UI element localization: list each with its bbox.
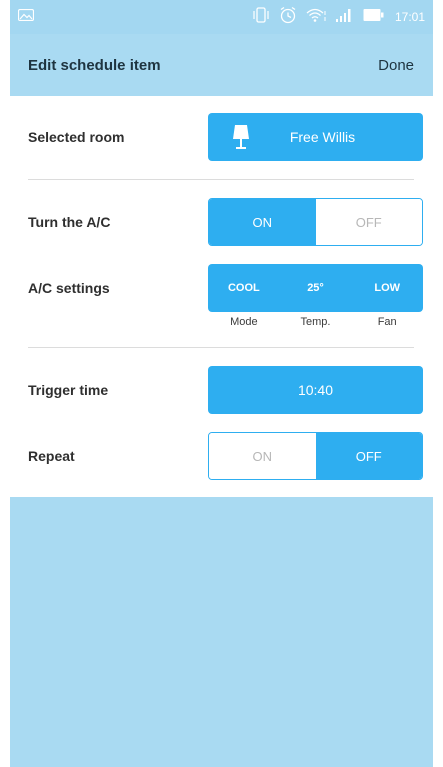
image-icon	[17, 8, 35, 26]
trigger-time-button[interactable]: 10:40	[208, 366, 423, 414]
done-button[interactable]: Done	[378, 57, 414, 74]
ac-off-option[interactable]: OFF	[315, 199, 422, 245]
fan-caption: Fan	[377, 316, 397, 328]
frame-left-edge	[0, 0, 10, 767]
room-select-button[interactable]: Free Willis	[208, 113, 423, 161]
ac-on-option[interactable]: ON	[209, 199, 316, 245]
repeat-off-option[interactable]: OFF	[315, 433, 422, 479]
status-time: 17:01	[394, 10, 425, 24]
ac-settings-label: A/C settings	[28, 280, 110, 296]
frame-right-edge	[433, 0, 443, 767]
selected-room-label: Selected room	[28, 129, 125, 145]
repeat-on-option[interactable]: ON	[209, 433, 316, 479]
selected-room-value: Free Willis	[289, 129, 356, 145]
repeat-label: Repeat	[28, 448, 75, 464]
page-title: Edit schedule item	[28, 56, 161, 74]
device-frame: 17:01 Edit schedule item Done Selected r…	[0, 0, 443, 767]
battery-icon	[363, 8, 385, 27]
divider	[28, 347, 414, 348]
signal-icon	[335, 7, 355, 28]
schedule-form: Selected room Free Willis Turn the A/C O…	[10, 96, 433, 497]
ac-temp-value[interactable]: 25°	[280, 264, 352, 312]
vibrate-icon	[251, 6, 271, 28]
alarm-icon	[279, 6, 297, 29]
temp-caption: Temp.	[300, 316, 331, 328]
repeat-toggle: ON OFF	[208, 432, 423, 480]
turn-ac-label: Turn the A/C	[28, 214, 111, 230]
trigger-time-label: Trigger time	[28, 382, 109, 398]
lamp-icon	[232, 124, 250, 153]
ac-settings-captions: Mode Temp. Fan	[208, 316, 423, 328]
app-header: Edit schedule item Done	[10, 34, 433, 96]
ac-mode-value[interactable]: COOL	[208, 264, 280, 312]
trigger-time-value: 10:40	[297, 382, 334, 398]
ac-fan-value[interactable]: LOW	[351, 264, 423, 312]
ac-power-toggle: ON OFF	[208, 198, 423, 246]
mode-caption: Mode	[230, 316, 258, 328]
ac-settings-control: COOL 25° LOW	[208, 264, 423, 312]
screen: 17:01 Edit schedule item Done Selected r…	[10, 0, 433, 767]
divider	[28, 179, 414, 180]
status-bar: 17:01	[10, 0, 433, 34]
wifi-icon	[305, 7, 327, 28]
